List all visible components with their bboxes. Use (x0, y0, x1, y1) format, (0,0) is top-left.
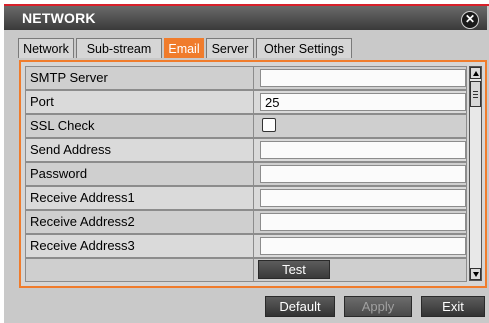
grip-line (473, 91, 478, 92)
column-divider (253, 67, 254, 89)
send-address-label: Send Address (30, 142, 111, 157)
tab-server[interactable]: Server (206, 38, 254, 58)
receive-address3-label: Receive Address3 (30, 238, 135, 253)
email-settings-panel: SMTP Server Port 25 SSL Check Send Addre… (19, 60, 487, 288)
column-divider (253, 115, 254, 137)
grip-line (473, 94, 478, 95)
row-smtp-server: SMTP Server (25, 66, 467, 90)
tab-sub-stream[interactable]: Sub-stream (76, 38, 162, 58)
smtp-server-input[interactable] (260, 69, 466, 87)
row-password: Password (25, 162, 467, 186)
receive-address3-input[interactable] (260, 237, 466, 255)
column-divider (253, 91, 254, 113)
column-divider (253, 163, 254, 185)
receive-address1-label: Receive Address1 (30, 190, 135, 205)
scroll-up-button[interactable] (470, 67, 481, 79)
password-input[interactable] (260, 165, 466, 183)
close-icon[interactable]: ✕ (461, 11, 479, 29)
smtp-server-label: SMTP Server (30, 70, 108, 85)
tab-email[interactable]: Email (164, 38, 204, 58)
column-divider (253, 211, 254, 233)
scroll-thumb[interactable] (470, 81, 481, 107)
receive-address1-input[interactable] (260, 189, 466, 207)
column-divider (253, 235, 254, 257)
row-port: Port 25 (25, 90, 467, 114)
default-button[interactable]: Default (265, 296, 335, 317)
tab-network[interactable]: Network (18, 38, 74, 58)
receive-address2-input[interactable] (260, 213, 466, 231)
tab-other-settings[interactable]: Other Settings (256, 38, 352, 58)
row-receive-address1: Receive Address1 (25, 186, 467, 210)
row-test: Test (25, 258, 467, 282)
scroll-down-arrow-icon (473, 272, 479, 277)
row-receive-address3: Receive Address3 (25, 234, 467, 258)
vertical-scrollbar[interactable] (469, 66, 482, 281)
column-divider (253, 259, 254, 281)
test-button[interactable]: Test (258, 260, 330, 279)
window-title: NETWORK (22, 10, 96, 26)
ssl-check-checkbox[interactable] (262, 118, 276, 132)
column-divider (253, 187, 254, 209)
scroll-up-arrow-icon (473, 71, 479, 76)
apply-button[interactable]: Apply (344, 296, 412, 317)
column-divider (253, 139, 254, 161)
row-receive-address2: Receive Address2 (25, 210, 467, 234)
port-input[interactable]: 25 (260, 93, 466, 111)
port-label: Port (30, 94, 54, 109)
row-send-address: Send Address (25, 138, 467, 162)
row-ssl-check: SSL Check (25, 114, 467, 138)
grip-line (473, 97, 478, 98)
exit-button[interactable]: Exit (421, 296, 485, 317)
password-label: Password (30, 166, 88, 181)
title-bar: NETWORK ✕ (4, 6, 487, 30)
scroll-down-button[interactable] (470, 268, 481, 280)
ssl-check-label: SSL Check (30, 118, 95, 133)
receive-address2-label: Receive Address2 (30, 214, 135, 229)
send-address-input[interactable] (260, 141, 466, 159)
